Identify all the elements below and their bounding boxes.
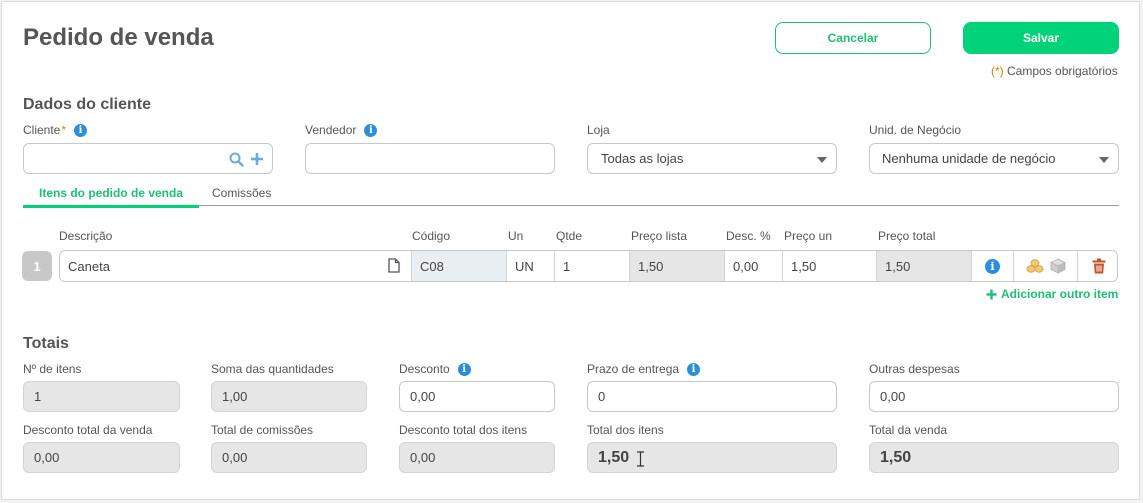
- required-mark: (*): [991, 64, 1004, 78]
- info-icon[interactable]: i: [687, 362, 701, 376]
- trash-icon[interactable]: [1092, 258, 1106, 274]
- header-un: Un: [508, 229, 524, 243]
- total-venda-field: 1,50: [869, 442, 1119, 473]
- tab-itens-pedido[interactable]: Itens do pedido de venda: [23, 186, 199, 208]
- soma-quantidades-field: 1,00: [211, 381, 367, 412]
- qtde-input[interactable]: 1: [555, 251, 630, 281]
- cliente-label-text: Cliente: [23, 123, 61, 137]
- header-preco-total: Preço total: [878, 229, 936, 243]
- plus-icon[interactable]: [250, 152, 264, 166]
- descricao-input[interactable]: Caneta: [60, 251, 412, 281]
- total-venda-label: Total da venda: [869, 423, 948, 437]
- total-itens-value: 1,50: [598, 448, 630, 466]
- required-asterisk: *: [61, 123, 67, 137]
- page-frame: Pedido de venda Cancelar Salvar (*) Camp…: [1, 1, 1140, 500]
- outras-despesas-label: Outras despesas: [869, 362, 960, 376]
- total-comissoes-field: 0,00: [211, 442, 367, 473]
- unid-negocio-select[interactable]: Nenhuma unidade de negócio: [869, 143, 1119, 174]
- preco-un-input[interactable]: 1,50: [783, 251, 877, 281]
- desconto-total-itens-field: 0,00: [399, 442, 555, 473]
- box-icon[interactable]: [1049, 258, 1066, 274]
- info-icon[interactable]: i: [985, 258, 1000, 274]
- loja-select-value: Todas as lojas: [601, 151, 684, 166]
- cliente-section-title: Dados do cliente: [23, 96, 152, 113]
- vendedor-label: Vendedor i: [305, 123, 378, 137]
- plus-icon: [986, 289, 997, 299]
- cliente-input[interactable]: [23, 143, 273, 174]
- vendedor-label-text: Vendedor: [305, 123, 357, 137]
- page-title: Pedido de venda: [23, 24, 214, 51]
- row-info-cell: i: [972, 251, 1014, 281]
- text-cursor-icon: [637, 451, 644, 467]
- cliente-label: Cliente * i: [23, 123, 88, 137]
- info-icon[interactable]: i: [364, 123, 378, 137]
- header-descricao: Descrição: [59, 229, 113, 243]
- add-item-link[interactable]: Adicionar outro item: [986, 287, 1118, 301]
- chevron-down-icon: [1099, 157, 1109, 163]
- desconto-total-venda-field: 0,00: [23, 442, 180, 473]
- header-preco-un: Preço un: [784, 229, 833, 243]
- outras-despesas-input[interactable]: 0,00: [869, 381, 1119, 412]
- document-icon[interactable]: [388, 258, 400, 273]
- totais-section-title: Totais: [23, 335, 69, 352]
- preco-lista-field: 1,50: [630, 251, 725, 281]
- chevron-down-icon: [817, 157, 827, 163]
- unid-negocio-select-value: Nenhuma unidade de negócio: [882, 151, 1056, 166]
- prazo-entrega-label: Prazo de entrega i: [587, 362, 701, 376]
- required-note-text: Campos obrigatórios: [1007, 64, 1118, 78]
- desconto-label: Desconto i: [399, 362, 471, 376]
- header-preco-lista: Preço lista: [631, 229, 688, 243]
- cancel-button[interactable]: Cancelar: [775, 22, 931, 54]
- desconto-total-itens-label: Desconto total dos itens: [399, 423, 528, 437]
- loja-label: Loja: [587, 123, 610, 137]
- row-actions-cell: [1014, 251, 1078, 281]
- unid-negocio-label: Unid. de Negócio: [869, 123, 962, 137]
- soma-quantidades-label: Soma das quantidades: [211, 362, 334, 376]
- table-row: Caneta C08 UN 1 1,50 0,00 1,50 1,50 i: [59, 250, 1118, 282]
- prazo-label-text: Prazo de entrega: [587, 362, 680, 376]
- codigo-field: C08: [412, 251, 507, 281]
- coins-icon[interactable]: [1026, 258, 1044, 274]
- desconto-total-venda-label: Desconto total da venda: [23, 423, 153, 437]
- save-button[interactable]: Salvar: [963, 22, 1119, 54]
- header-codigo: Código: [412, 229, 451, 243]
- descricao-value: Caneta: [68, 258, 110, 274]
- desconto-input[interactable]: 0,00: [399, 381, 555, 412]
- total-itens-label: Total dos itens: [587, 423, 664, 437]
- header-qtde: Qtde: [556, 229, 583, 243]
- n-itens-field: 1: [23, 381, 180, 412]
- n-itens-label: Nº de itens: [23, 362, 82, 376]
- un-field[interactable]: UN: [507, 251, 555, 281]
- row-delete-cell: [1078, 251, 1117, 281]
- preco-total-field: 1,50: [877, 251, 972, 281]
- add-item-label: Adicionar outro item: [1001, 287, 1119, 301]
- total-itens-field: 1,50: [587, 442, 837, 473]
- prazo-entrega-input[interactable]: 0: [587, 381, 837, 412]
- desconto-label-text: Desconto: [399, 362, 450, 376]
- total-comissoes-label: Total de comissões: [211, 423, 314, 437]
- tab-comissoes[interactable]: Comissões: [212, 186, 271, 200]
- info-icon[interactable]: i: [457, 362, 471, 376]
- required-fields-note: (*) Campos obrigatórios: [991, 64, 1118, 78]
- info-icon[interactable]: i: [74, 123, 88, 137]
- desc-pct-input[interactable]: 0,00: [725, 251, 783, 281]
- vendedor-input[interactable]: [305, 143, 555, 174]
- loja-select[interactable]: Todas as lojas: [587, 143, 837, 174]
- row-index-badge: 1: [22, 251, 52, 281]
- search-icon[interactable]: [229, 152, 244, 167]
- header-desc-pct: Desc. %: [726, 229, 771, 243]
